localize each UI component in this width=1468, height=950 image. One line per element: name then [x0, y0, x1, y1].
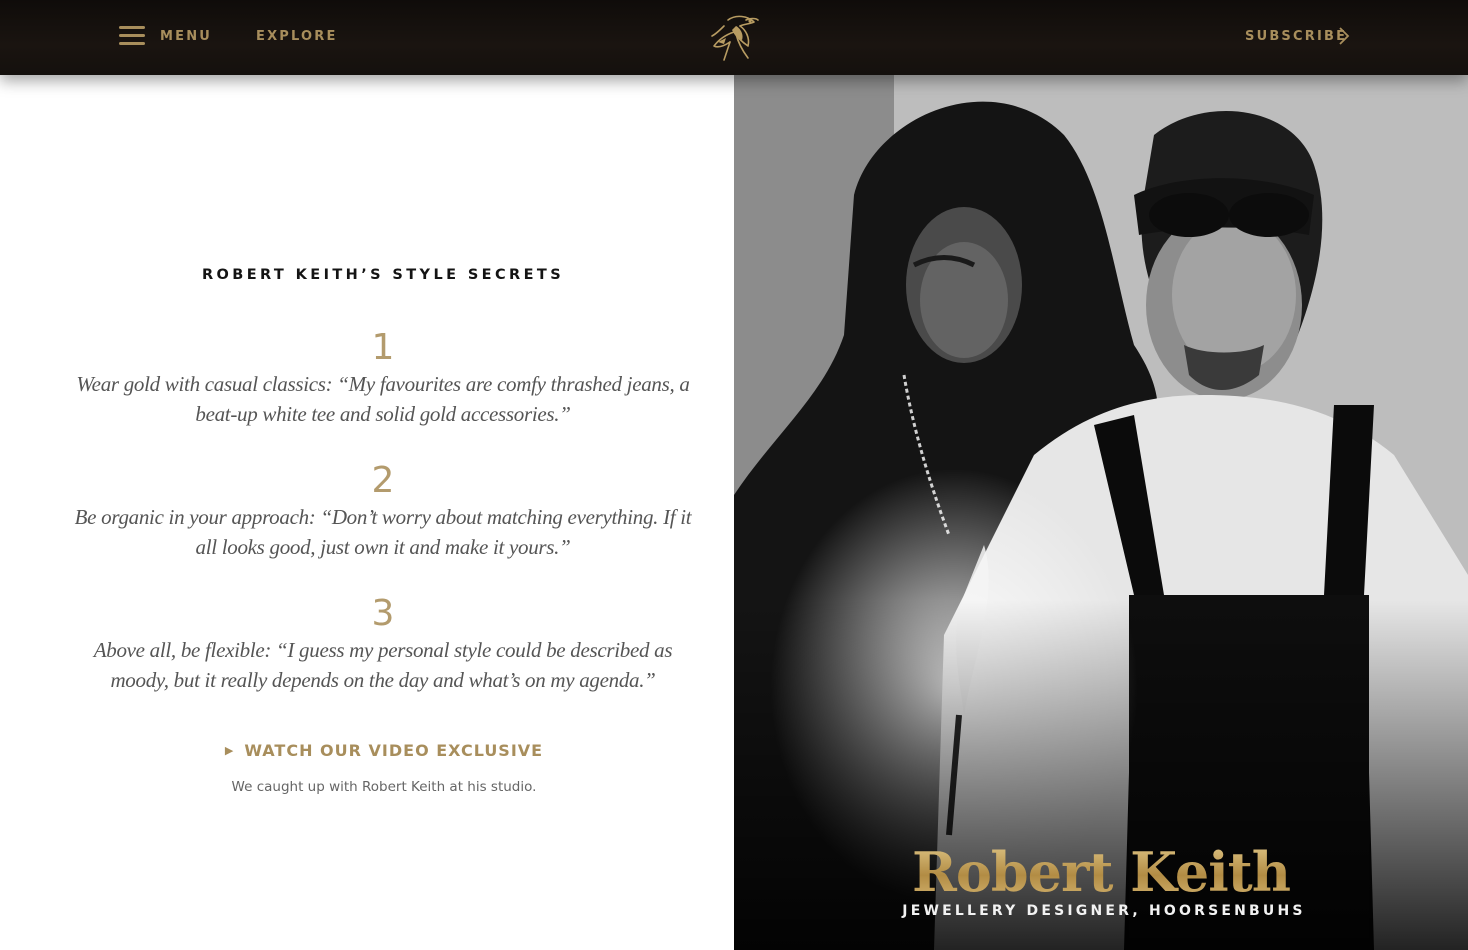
secret-item: 3 Above all, be flexible: “I guess my pe…: [70, 595, 696, 695]
top-navigation-bar: MENU EXPLORE SUBSCRIBE: [0, 0, 1468, 75]
play-icon: ▶: [224, 744, 235, 757]
secret-text: Be organic in your approach: “Don’t worr…: [74, 505, 692, 559]
secret-item: 1 Wear gold with casual classics: “My fa…: [70, 329, 696, 429]
section-title: ROBERT KEITH’S STYLE SECRETS: [201, 267, 565, 283]
hamburger-menu-icon[interactable]: [119, 26, 145, 46]
secret-text: Above all, be flexible: “I guess my pers…: [93, 638, 673, 692]
portrait-illustration: [734, 75, 1468, 950]
bird-logo-icon[interactable]: [706, 12, 762, 64]
secret-number: 1: [371, 327, 395, 368]
watch-video-link[interactable]: ▶ WATCH OUR VIDEO EXCLUSIVE: [0, 741, 768, 760]
secret-item: 2 Be organic in your approach: “Don’t wo…: [70, 462, 696, 562]
feature-subtitle: JEWELLERY DESIGNER, HOORSENBUHS: [902, 903, 1306, 919]
chevron-right-icon[interactable]: [1338, 26, 1350, 46]
secret-text: Wear gold with casual classics: “My favo…: [76, 372, 690, 426]
secret-number: 3: [371, 593, 395, 634]
feature-name: Robert Keith: [734, 840, 1468, 904]
video-caption: We caught up with Robert Keith at his st…: [231, 779, 537, 795]
secret-number: 2: [371, 460, 395, 501]
feature-photo: Robert Keith JEWELLERY DESIGNER, HOORSEN…: [734, 75, 1468, 950]
explore-link[interactable]: EXPLORE: [256, 29, 338, 44]
watch-video-label: WATCH OUR VIDEO EXCLUSIVE: [244, 741, 544, 760]
style-secrets-panel: ROBERT KEITH’S STYLE SECRETS 1 Wear gold…: [0, 75, 734, 950]
menu-button[interactable]: MENU: [160, 29, 212, 44]
subscribe-link[interactable]: SUBSCRIBE: [1245, 29, 1347, 44]
